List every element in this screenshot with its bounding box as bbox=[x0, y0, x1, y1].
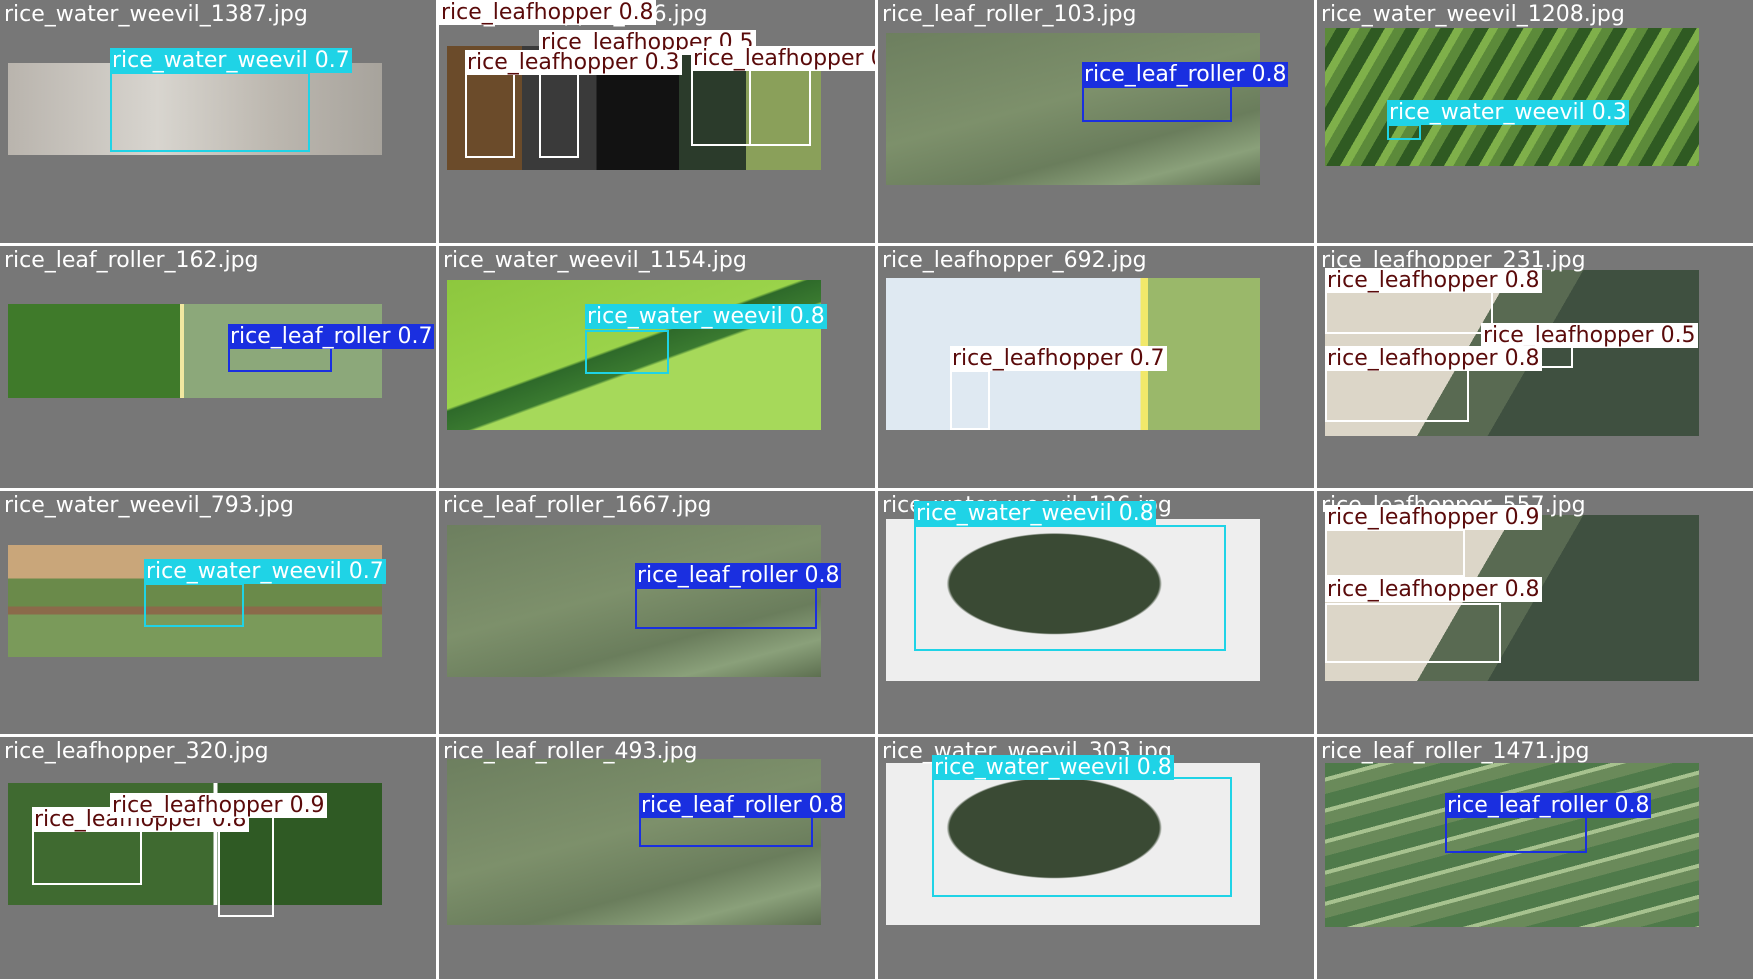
file-name: rice_leafhopper_320.jpg bbox=[4, 738, 269, 764]
detection-label: rice_leafhopper 0.8 bbox=[1325, 345, 1542, 371]
detection-label: rice_leafhopper 0.9 bbox=[1325, 505, 1542, 530]
detection-grid: rice_water_weevil_1387.jpg rice_water_wee… bbox=[0, 0, 1753, 979]
detection-label: rice_leaf_roller 0.8 bbox=[639, 792, 846, 818]
image-tile: rice_leaf_roller_1667.jpg rice_leaf_rolle… bbox=[439, 491, 875, 734]
image-tile: rice_leafhopper_692.jpg rice_leafhopper 0… bbox=[878, 245, 1314, 488]
image-tile: rice_water_weevil_126.jpgrice_water_weev… bbox=[878, 491, 1314, 734]
bounding-box bbox=[635, 587, 817, 629]
detection-label: rice_leafhopper 0.8 bbox=[1325, 267, 1542, 293]
pest-photo bbox=[1325, 28, 1699, 166]
image-tile: rice_leaf_roller_1471.jpg rice_leaf_rolle… bbox=[1317, 736, 1753, 979]
file-name: rice_leaf_roller_1667.jpg bbox=[443, 493, 712, 518]
detection-label: rice_water_weevil 0.3 bbox=[1387, 100, 1629, 125]
bounding-box bbox=[1325, 603, 1501, 663]
file-name: rice_leaf_roller_493.jpg bbox=[443, 738, 698, 764]
detection-label: rice_leaf_roller 0.8 bbox=[1445, 792, 1652, 818]
bounding-box bbox=[1082, 86, 1232, 122]
detection-label: rice_water_weevil 0.8 bbox=[585, 303, 827, 329]
detection-label: rice_water_weevil 0.8 bbox=[932, 754, 1174, 780]
detection-label: rice_water_weevil 0.8 bbox=[914, 501, 1156, 526]
image-tile: rice_leafhopper_320.jpg rice_leafhopper 0… bbox=[0, 736, 436, 979]
file-name: rice_leaf_roller_1471.jpg bbox=[1321, 738, 1590, 764]
file-name: rice_leafhopper_692.jpg bbox=[882, 247, 1147, 273]
detection-label: rice_leaf_roller 0.8 bbox=[635, 563, 842, 588]
file-name: rice_leaf_roller_162.jpg bbox=[4, 247, 259, 273]
image-tile: rice_leafhopper_557.jpgrice_leafhopper 0… bbox=[1317, 491, 1753, 734]
bounding-box bbox=[1325, 529, 1465, 577]
bounding-box bbox=[585, 329, 669, 374]
detection-label: rice_leafhopper 0.8 bbox=[439, 0, 656, 25]
image-tile: rice_water_weevil_303.jpg rice_water_weev… bbox=[878, 736, 1314, 979]
file-name: rice_water_weevil_1154.jpg bbox=[443, 247, 747, 273]
bounding-box bbox=[110, 72, 310, 152]
detection-label: rice_leafhopper 0.5 bbox=[1481, 322, 1698, 348]
bounding-box bbox=[639, 814, 813, 847]
image-tile: rice_water_weevil_1387.jpg rice_water_wee… bbox=[0, 0, 436, 243]
bounding-box bbox=[950, 369, 990, 430]
file-name: rice_water_weevil_1208.jpg bbox=[1321, 2, 1625, 27]
bounding-box bbox=[32, 828, 142, 885]
image-tile: rice_leafhopper_756.jpgrice_leafhopper 0… bbox=[439, 0, 875, 243]
detection-label: rice_leafhopper 0.8 bbox=[1325, 577, 1542, 602]
image-tile: rice_leaf_roller_162.jpg rice_leaf_roller… bbox=[0, 245, 436, 488]
detection-label: rice_leafhopper 0.7 bbox=[950, 345, 1167, 371]
bounding-box bbox=[465, 68, 515, 158]
detection-label: rice_leaf_roller 0.8 bbox=[1082, 62, 1289, 87]
bounding-box bbox=[749, 60, 811, 146]
file-name: rice_water_weevil_793.jpg bbox=[4, 493, 294, 518]
detection-label: rice_leaf_roller 0.7 bbox=[228, 323, 435, 349]
file-name: rice_leaf_roller_103.jpg bbox=[882, 2, 1137, 27]
image-tile: rice_leaf_roller_493.jpg rice_leaf_roller… bbox=[439, 736, 875, 979]
image-tile: rice_water_weevil_793.jpg rice_water_weev… bbox=[0, 491, 436, 734]
detection-label: rice_water_weevil 0.7 bbox=[110, 48, 352, 73]
bounding-box bbox=[932, 776, 1232, 897]
bounding-box bbox=[691, 66, 751, 146]
detection-label: rice_leafhopper 0.7 bbox=[691, 46, 875, 71]
detection-label: rice_leafhopper 0.3 bbox=[465, 50, 682, 75]
detection-label: rice_leafhopper 0.9 bbox=[110, 792, 327, 818]
image-tile: rice_water_weevil_1208.jpg rice_water_wee… bbox=[1317, 0, 1753, 243]
bounding-box bbox=[1387, 124, 1421, 140]
detection-label: rice_water_weevil 0.7 bbox=[144, 559, 386, 584]
image-tile: rice_leaf_roller_103.jpg rice_leaf_roller… bbox=[878, 0, 1314, 243]
bounding-box bbox=[914, 525, 1226, 651]
image-tile: rice_water_weevil_1154.jpg rice_water_wee… bbox=[439, 245, 875, 488]
file-name: rice_water_weevil_1387.jpg bbox=[4, 2, 308, 27]
bounding-box bbox=[144, 583, 244, 627]
image-tile: rice_leafhopper_231.jpg rice_leafhopper 0… bbox=[1317, 245, 1753, 488]
bounding-box bbox=[1445, 814, 1587, 853]
